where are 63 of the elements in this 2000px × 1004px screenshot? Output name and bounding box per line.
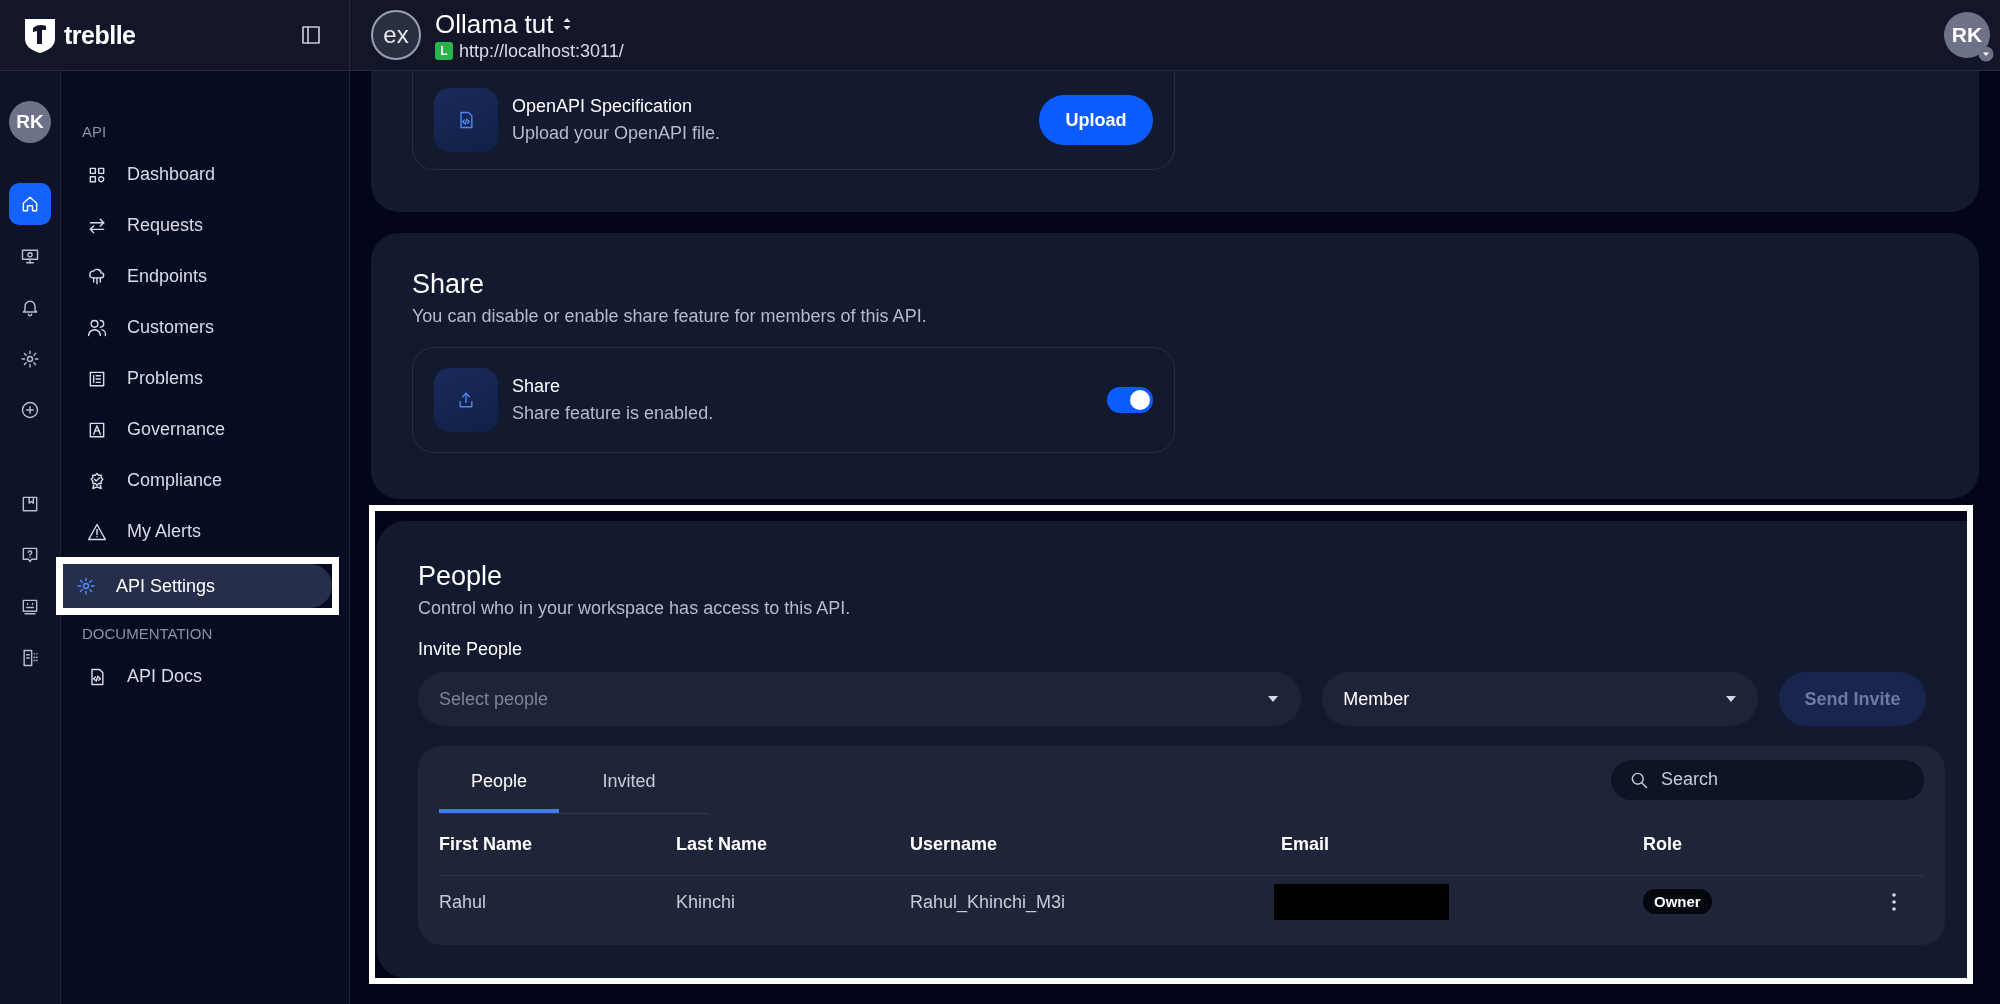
nav-item[interactable]: Endpoints xyxy=(64,251,330,302)
nav-item[interactable]: Compliance xyxy=(64,455,330,506)
upload-icon xyxy=(456,390,476,410)
column-header: Last Name xyxy=(676,833,769,855)
project-logo: ex xyxy=(371,10,421,60)
user-avatar[interactable]: RK xyxy=(1944,12,1990,58)
card-description: Control who in your workspace has access to this API. xyxy=(418,598,852,619)
setting-title: Share xyxy=(512,376,562,397)
help-icon xyxy=(20,545,40,565)
more-icon xyxy=(1892,893,1896,911)
section-heading: DOCUMENTATION xyxy=(81,624,214,644)
card-title: Share xyxy=(412,269,486,300)
nav-item[interactable]: Customers xyxy=(64,302,330,353)
users-icon xyxy=(87,317,107,338)
document-icon xyxy=(20,648,40,668)
table-cell-text: Rahul_Khinchi_M3i xyxy=(910,891,1067,913)
logo-icon xyxy=(22,16,58,54)
tab[interactable]: People xyxy=(439,745,559,813)
home-icon xyxy=(20,194,40,214)
nav-item[interactable]: API Settings xyxy=(63,564,332,608)
table-cell-text: Khinchi xyxy=(676,891,737,913)
toggle-switch[interactable] xyxy=(1107,387,1153,413)
user-avatar[interactable]: RK xyxy=(9,101,51,143)
column-header: Role xyxy=(1643,833,1683,855)
field-label: Invite People xyxy=(418,639,524,660)
search-field[interactable]: Search xyxy=(1611,759,1924,800)
table-cell-text: Rahul xyxy=(439,891,488,913)
setting-title: OpenAPI Specification xyxy=(512,96,694,117)
nav-item[interactable]: Governance xyxy=(64,404,330,455)
nav-item[interactable]: Dashboard xyxy=(64,149,330,200)
nav-item[interactable]: Requests xyxy=(64,200,330,251)
sidebar-toggle-icon xyxy=(299,23,323,47)
role-select[interactable]: Member xyxy=(1322,672,1758,726)
settings-icon xyxy=(76,576,96,596)
logo-text: treblle xyxy=(64,20,136,50)
tab[interactable]: Invited xyxy=(569,745,689,813)
setting-description: Upload your OpenAPI file. xyxy=(512,123,722,144)
environment-badge: L xyxy=(435,42,453,60)
upload-button[interactable]: Upload xyxy=(1039,95,1153,145)
caret-icon[interactable] xyxy=(1978,46,1994,62)
nav-item[interactable]: My Alerts xyxy=(64,506,330,557)
column-header: Email xyxy=(1281,833,1331,855)
setting-description: Share feature is enabled. xyxy=(512,403,715,424)
nav-item[interactable]: API Docs xyxy=(64,651,330,702)
card-description: You can disable or enable share feature for members of this API. xyxy=(412,306,928,327)
settings-icon xyxy=(20,348,40,369)
caret-icon xyxy=(1267,695,1280,703)
project-url: http://localhost:3011/ xyxy=(459,40,624,62)
add-icon xyxy=(20,400,40,420)
rail-button[interactable] xyxy=(9,183,51,225)
section-heading: API xyxy=(81,122,108,142)
role-badge: Owner xyxy=(1643,889,1712,914)
warning-icon xyxy=(87,521,107,542)
sort-icon[interactable] xyxy=(561,16,572,32)
sidebar-toggle-button[interactable] xyxy=(299,23,323,47)
caret-icon xyxy=(1724,695,1737,703)
cloud-icon xyxy=(87,266,107,287)
card-title: People xyxy=(418,561,504,592)
nav-item[interactable]: Problems xyxy=(64,353,330,404)
column-header: Username xyxy=(910,833,999,855)
column-header: First Name xyxy=(439,833,534,855)
people-select[interactable]: Select people xyxy=(418,672,1302,726)
project-title[interactable]: Ollama tut xyxy=(435,8,554,40)
